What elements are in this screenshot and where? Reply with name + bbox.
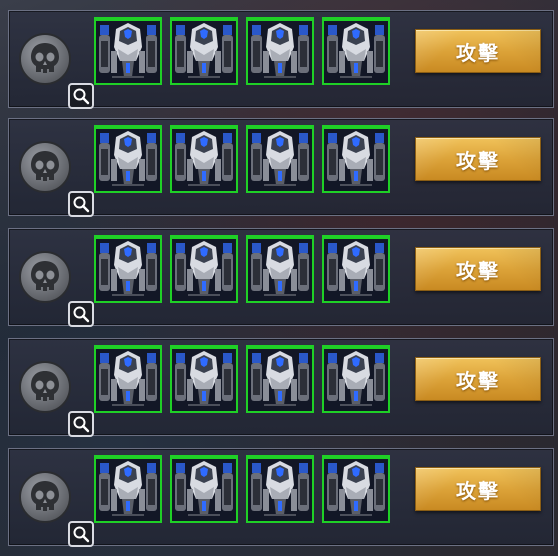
mech-unit-icon (96, 21, 160, 83)
mech-unit-card[interactable] (170, 17, 238, 85)
opponent-row: 攻擊 (8, 448, 554, 547)
mech-unit-card[interactable] (170, 235, 238, 303)
mech-unit-card[interactable] (322, 125, 390, 193)
magnifier-icon (73, 196, 90, 213)
mech-unit-icon (324, 239, 388, 301)
opponent-row: 攻擊 (8, 228, 554, 327)
mech-unit-icon (248, 459, 312, 521)
attack-button[interactable]: 攻擊 (415, 247, 541, 291)
mech-unit-card[interactable] (170, 125, 238, 193)
mech-unit-icon (248, 21, 312, 83)
mech-unit-icon (248, 129, 312, 191)
mech-unit-icon (172, 21, 236, 83)
skull-emblem-icon (19, 33, 71, 85)
opponent-row: 攻擊 (8, 118, 554, 217)
attack-button-label: 攻擊 (456, 478, 500, 503)
mech-unit-card[interactable] (322, 455, 390, 523)
mech-unit-icon (324, 459, 388, 521)
opponent-row: 攻擊 (8, 338, 554, 437)
mech-unit-card[interactable] (246, 235, 314, 303)
mech-unit-card[interactable] (246, 17, 314, 85)
magnifier-icon (73, 88, 90, 105)
mech-unit-icon (96, 239, 160, 301)
mech-unit-icon (324, 129, 388, 191)
mech-unit-icon (172, 129, 236, 191)
opponent-emblem (19, 361, 94, 437)
mech-unit-card[interactable] (94, 345, 162, 413)
mech-unit-card[interactable] (94, 125, 162, 193)
unit-lineup (94, 235, 390, 303)
unit-lineup (94, 125, 390, 193)
skull-emblem-icon (19, 251, 71, 303)
attack-button[interactable]: 攻擊 (415, 357, 541, 401)
magnifier-icon (73, 416, 90, 433)
mech-unit-card[interactable] (322, 17, 390, 85)
search-button[interactable] (68, 301, 94, 327)
attack-button[interactable]: 攻擊 (415, 137, 541, 181)
skull-emblem-icon (19, 471, 71, 523)
mech-unit-card[interactable] (94, 17, 162, 85)
mech-unit-icon (324, 21, 388, 83)
mech-unit-card[interactable] (170, 345, 238, 413)
attack-button-label: 攻擊 (456, 368, 500, 393)
mech-unit-icon (96, 129, 160, 191)
mech-unit-card[interactable] (322, 235, 390, 303)
unit-lineup (94, 345, 390, 413)
mech-unit-icon (172, 239, 236, 301)
mech-unit-card[interactable] (246, 345, 314, 413)
opponent-emblem (19, 251, 94, 327)
attack-button-label: 攻擊 (456, 148, 500, 173)
opponent-emblem (19, 33, 94, 109)
mech-unit-card[interactable] (94, 455, 162, 523)
search-button[interactable] (68, 83, 94, 109)
mech-unit-card[interactable] (170, 455, 238, 523)
attack-button-label: 攻擊 (456, 40, 500, 65)
mech-unit-card[interactable] (94, 235, 162, 303)
magnifier-icon (73, 306, 90, 323)
search-button[interactable] (68, 411, 94, 437)
mech-unit-icon (96, 349, 160, 411)
opponent-row: 攻擊 (8, 10, 554, 109)
opponent-emblem (19, 471, 94, 547)
search-button[interactable] (68, 191, 94, 217)
mech-unit-card[interactable] (246, 455, 314, 523)
unit-lineup (94, 17, 390, 85)
mech-unit-icon (172, 459, 236, 521)
skull-emblem-icon (19, 361, 71, 413)
search-button[interactable] (68, 521, 94, 547)
mech-unit-icon (96, 459, 160, 521)
mech-unit-icon (248, 239, 312, 301)
attack-button-label: 攻擊 (456, 258, 500, 283)
skull-emblem-icon (19, 141, 71, 193)
attack-button[interactable]: 攻擊 (415, 29, 541, 73)
unit-lineup (94, 455, 390, 523)
attack-button[interactable]: 攻擊 (415, 467, 541, 511)
magnifier-icon (73, 526, 90, 543)
mech-unit-icon (324, 349, 388, 411)
mech-unit-icon (248, 349, 312, 411)
mech-unit-icon (172, 349, 236, 411)
mech-unit-card[interactable] (246, 125, 314, 193)
mech-unit-card[interactable] (322, 345, 390, 413)
opponent-emblem (19, 141, 94, 217)
